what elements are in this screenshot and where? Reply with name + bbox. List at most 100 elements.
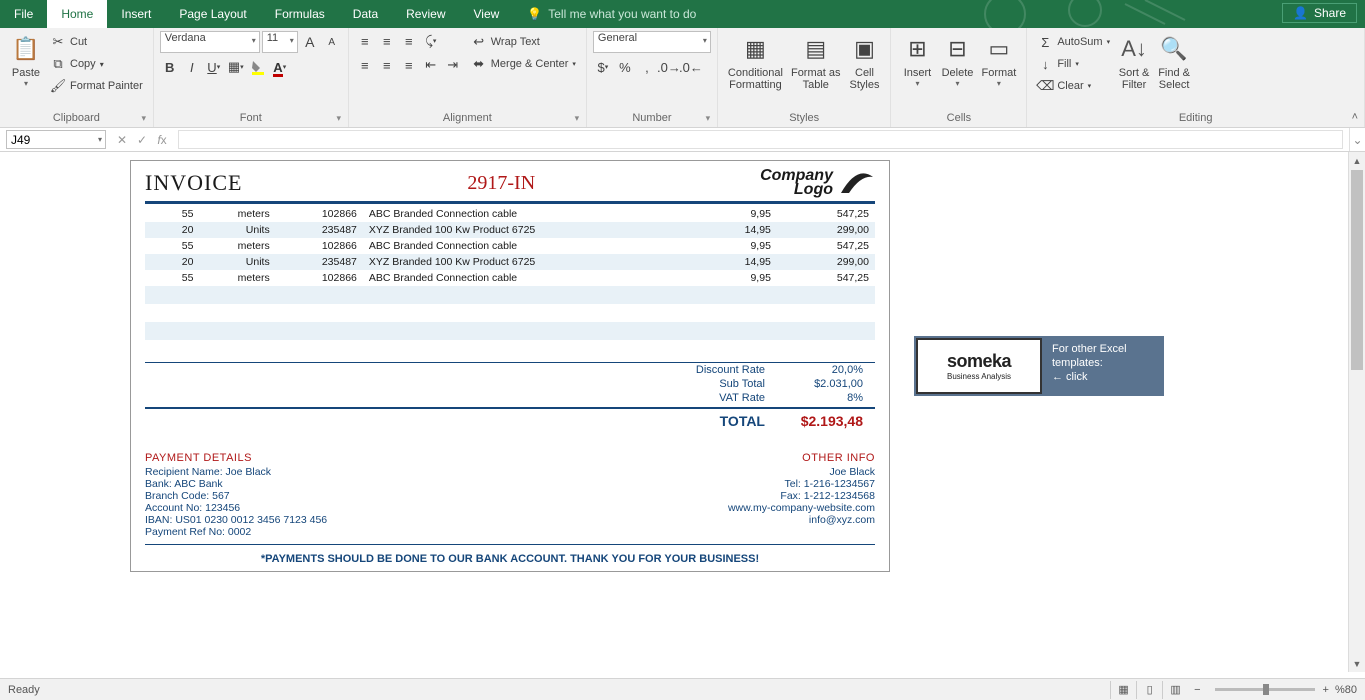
vat-label: VAT Rate bbox=[635, 392, 765, 404]
tab-view[interactable]: View bbox=[460, 0, 514, 28]
share-button[interactable]: 👤 Share bbox=[1282, 3, 1357, 23]
insert-function-button[interactable]: fx bbox=[152, 133, 172, 147]
align-top-button[interactable]: ≡ bbox=[355, 31, 375, 51]
clipboard-dialog-launcher[interactable]: ▾ bbox=[137, 111, 151, 125]
group-styles: ▦Conditional Formatting ▤Format as Table… bbox=[718, 28, 892, 127]
number-format-select[interactable]: General▾ bbox=[593, 31, 711, 53]
cancel-formula-button[interactable]: ✕ bbox=[112, 133, 132, 147]
format-as-table-button[interactable]: ▤Format as Table bbox=[787, 31, 845, 110]
chevron-down-icon: ▾ bbox=[915, 79, 919, 88]
page-layout-view-button[interactable]: ▯ bbox=[1136, 681, 1162, 699]
titlebar-decoration bbox=[965, 0, 1225, 28]
collapse-ribbon-button[interactable]: ˄ bbox=[1352, 111, 1358, 123]
group-editing-label: Editing bbox=[1033, 110, 1358, 127]
fill-button[interactable]: ↓Fill▾ bbox=[1033, 53, 1114, 75]
tab-data[interactable]: Data bbox=[339, 0, 392, 28]
total-value: $2.193,48 bbox=[765, 413, 875, 429]
promo-line: For other Excel bbox=[1052, 342, 1127, 356]
number-dialog-launcher[interactable]: ▾ bbox=[701, 111, 715, 125]
format-cells-button[interactable]: ▭Format▾ bbox=[977, 31, 1020, 110]
name-box[interactable]: J49▾ bbox=[6, 130, 106, 149]
formula-bar-input[interactable] bbox=[178, 130, 1343, 149]
group-alignment: ≡ ≡ ≡ ⤹▾ ≡ ≡ ≡ ⇤ ⇥ ↩Wrap Text ⬌Merge & C… bbox=[349, 28, 587, 127]
format-painter-button[interactable]: 🖌Format Painter bbox=[46, 75, 147, 97]
expand-formula-bar-button[interactable]: ⌄ bbox=[1349, 128, 1365, 151]
invoice-blank-rows bbox=[145, 286, 875, 340]
status-bar: Ready ▦ ▯ ▥ − + %80 bbox=[0, 678, 1365, 700]
accounting-format-button[interactable]: $▾ bbox=[593, 57, 613, 77]
tell-me-search[interactable]: 💡 Tell me what you want to do bbox=[527, 0, 696, 28]
tab-home[interactable]: Home bbox=[47, 0, 107, 28]
cs-label: Cell Styles bbox=[850, 67, 880, 91]
group-font: Verdana▾ 11▾ A A B I U▾ ▦▾ A▾ Font ▾ bbox=[154, 28, 349, 127]
fill-color-button[interactable] bbox=[248, 57, 268, 77]
copy-button[interactable]: ⧉Copy▾ bbox=[46, 53, 147, 75]
scroll-down-button[interactable]: ▼ bbox=[1349, 655, 1365, 672]
tab-review[interactable]: Review bbox=[392, 0, 459, 28]
tab-page-layout[interactable]: Page Layout bbox=[165, 0, 260, 28]
normal-view-button[interactable]: ▦ bbox=[1110, 681, 1136, 699]
font-color-button[interactable]: A▾ bbox=[270, 57, 290, 77]
decrease-decimal-button[interactable]: .0← bbox=[681, 57, 701, 77]
invoice-number: 2917-IN bbox=[467, 172, 535, 195]
tab-insert[interactable]: Insert bbox=[107, 0, 165, 28]
merge-center-button[interactable]: ⬌Merge & Center▾ bbox=[467, 53, 580, 75]
bold-button[interactable]: B bbox=[160, 57, 180, 77]
tab-file[interactable]: File bbox=[0, 0, 47, 28]
cut-button[interactable]: ✂Cut bbox=[46, 31, 147, 53]
align-center-button[interactable]: ≡ bbox=[377, 55, 397, 75]
zoom-slider[interactable] bbox=[1215, 688, 1315, 691]
format-icon: ▭ bbox=[983, 33, 1015, 65]
autosum-button[interactable]: ΣAutoSum▾ bbox=[1033, 31, 1114, 53]
chevron-down-icon: ▾ bbox=[290, 36, 294, 45]
increase-font-button[interactable]: A bbox=[300, 32, 320, 52]
paste-label: Paste bbox=[12, 67, 40, 79]
orientation-button[interactable]: ⤹▾ bbox=[421, 31, 441, 51]
insert-cells-button[interactable]: ⊞Insert▾ bbox=[897, 31, 937, 110]
align-bottom-button[interactable]: ≡ bbox=[399, 31, 419, 51]
font-size-select[interactable]: 11▾ bbox=[262, 31, 298, 53]
table-row: 55meters102866ABC Branded Connection cab… bbox=[145, 270, 875, 286]
align-middle-button[interactable]: ≡ bbox=[377, 31, 397, 51]
paste-button[interactable]: 📋 Paste ▾ bbox=[6, 31, 46, 110]
delete-label: Delete bbox=[942, 67, 974, 79]
align-right-button[interactable]: ≡ bbox=[399, 55, 419, 75]
font-dialog-launcher[interactable]: ▾ bbox=[332, 111, 346, 125]
italic-button[interactable]: I bbox=[182, 57, 202, 77]
font-name-select[interactable]: Verdana▾ bbox=[160, 31, 260, 53]
zoom-in-button[interactable]: + bbox=[1323, 684, 1329, 696]
cell-styles-button[interactable]: ▣Cell Styles bbox=[844, 31, 884, 110]
other-line: Fax: 1-212-1234568 bbox=[728, 490, 875, 502]
conditional-formatting-button[interactable]: ▦Conditional Formatting bbox=[724, 31, 787, 110]
enter-formula-button[interactable]: ✓ bbox=[132, 133, 152, 147]
delete-cells-button[interactable]: ⊟Delete▾ bbox=[937, 31, 977, 110]
comma-format-button[interactable]: , bbox=[637, 57, 657, 77]
zoom-slider-thumb[interactable] bbox=[1263, 684, 1269, 695]
page-break-view-button[interactable]: ▥ bbox=[1162, 681, 1188, 699]
zoom-level[interactable]: %80 bbox=[1335, 684, 1357, 696]
sort-filter-button[interactable]: A↓Sort & Filter bbox=[1114, 31, 1154, 110]
find-select-button[interactable]: 🔍Find & Select bbox=[1154, 31, 1194, 110]
clear-button[interactable]: ⌫Clear▾ bbox=[1033, 75, 1114, 97]
tab-formulas[interactable]: Formulas bbox=[261, 0, 339, 28]
increase-indent-button[interactable]: ⇥ bbox=[443, 55, 463, 75]
align-left-button[interactable]: ≡ bbox=[355, 55, 375, 75]
scrollbar-thumb[interactable] bbox=[1351, 170, 1363, 370]
underline-button[interactable]: U▾ bbox=[204, 57, 224, 77]
vertical-scrollbar[interactable]: ▲ ▼ bbox=[1348, 152, 1365, 672]
decrease-font-button[interactable]: A bbox=[322, 32, 342, 52]
scroll-up-button[interactable]: ▲ bbox=[1349, 152, 1365, 169]
group-alignment-label: Alignment bbox=[355, 110, 580, 127]
border-button[interactable]: ▦▾ bbox=[226, 57, 246, 77]
chevron-down-icon: ▾ bbox=[24, 79, 28, 88]
promo-banner[interactable]: someka Business Analysis For other Excel… bbox=[914, 336, 1164, 396]
decrease-indent-button[interactable]: ⇤ bbox=[421, 55, 441, 75]
percent-format-button[interactable]: % bbox=[615, 57, 635, 77]
alignment-dialog-launcher[interactable]: ▾ bbox=[570, 111, 584, 125]
zoom-out-button[interactable]: − bbox=[1194, 684, 1200, 696]
worksheet-area[interactable]: INVOICE 2917-IN Company Logo 55meters102… bbox=[0, 152, 1365, 672]
increase-decimal-button[interactable]: .0→ bbox=[659, 57, 679, 77]
person-icon: 👤 bbox=[1293, 6, 1308, 20]
wrap-text-button[interactable]: ↩Wrap Text bbox=[467, 31, 580, 53]
font-name-value: Verdana bbox=[165, 32, 206, 44]
